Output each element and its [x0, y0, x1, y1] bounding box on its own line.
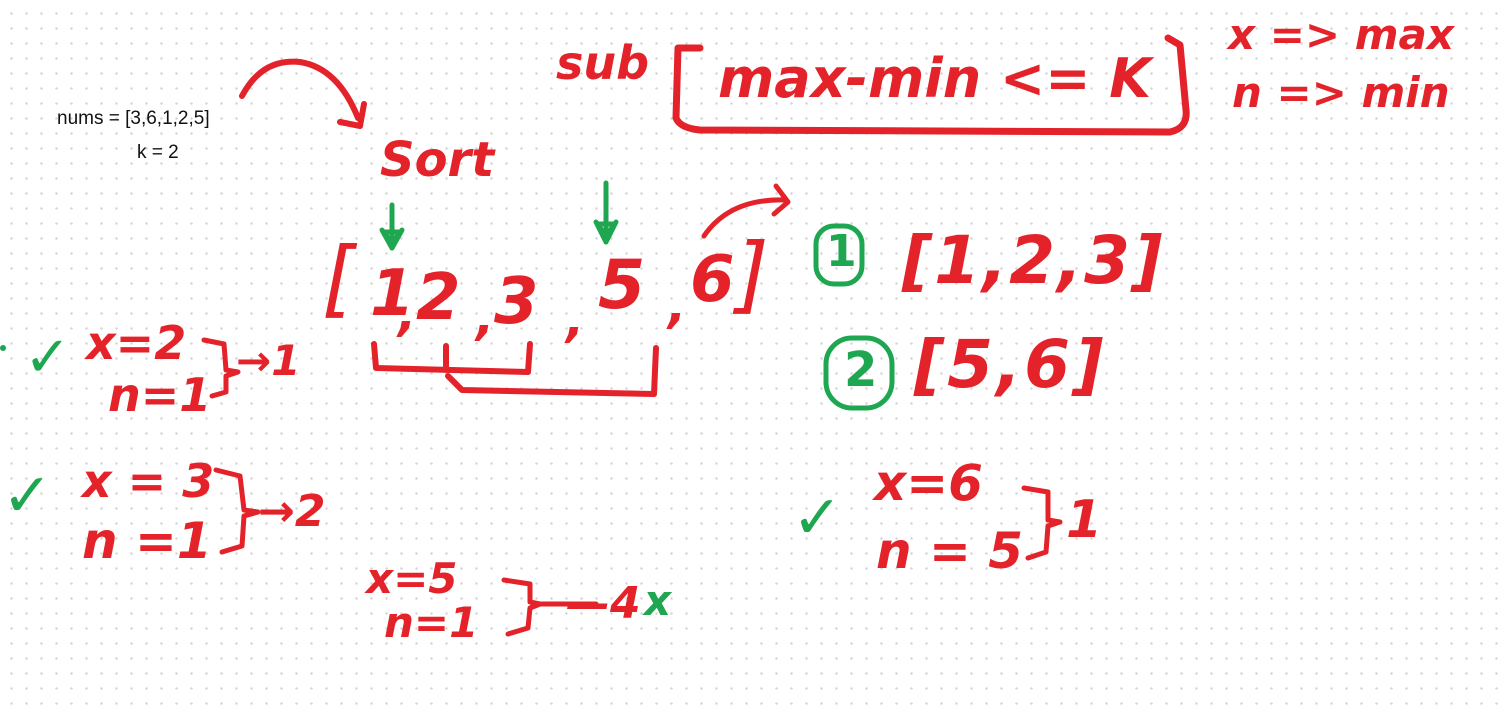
sorted-array-open-bracket: [: [322, 229, 355, 327]
window-bracket-long: [445, 345, 659, 397]
pointer-arrow-right: [593, 180, 619, 245]
group-2-number: 2: [844, 342, 878, 398]
group-1-set: [1,2,3]: [902, 222, 1165, 299]
stray-green-dot: [0, 345, 6, 351]
sort-label: Sort: [380, 132, 495, 188]
check1-n: n=1: [108, 368, 212, 422]
check1-result: →1: [236, 336, 301, 385]
window-bracket-short: [371, 341, 533, 375]
comma: ,: [398, 286, 417, 342]
comma: ,: [476, 290, 495, 346]
sub-label: sub: [556, 36, 650, 90]
brace-check2: [213, 467, 261, 555]
group-1-number: 1: [826, 226, 857, 277]
check3-x: x=5: [366, 554, 458, 603]
comma: ,: [668, 278, 687, 334]
sorted-item-2: 2: [416, 261, 461, 335]
sorted-array-close-bracket: ]: [736, 225, 769, 323]
check4-n: n = 5: [876, 522, 1024, 580]
check1-x: x=2: [86, 316, 187, 370]
sorted-item-6: 6: [690, 243, 735, 317]
brace-check4: [1021, 485, 1063, 561]
legend-x-max: x => max: [1228, 10, 1454, 59]
arrow-to-groups-head: [771, 183, 791, 217]
brace-check3: [501, 577, 543, 637]
check3-n: n=1: [384, 598, 479, 647]
sorted-item-3: 3: [494, 265, 539, 339]
check4-x: x=6: [874, 454, 983, 512]
check4-result: 1: [1066, 490, 1103, 550]
checkmark-4: ✓: [792, 483, 843, 553]
check2-result: →2: [258, 486, 326, 537]
condition-text: max-min <= K: [718, 47, 1152, 110]
curved-arrow-head: [337, 101, 367, 129]
check2-x: x = 3: [82, 454, 215, 508]
k-value-text: k = 2: [137, 142, 179, 163]
check2-n: n =1: [82, 512, 212, 570]
check3-fail-mark: x: [644, 576, 672, 625]
sorted-item-5: 5: [598, 246, 646, 325]
legend-n-min: n => min: [1232, 68, 1450, 117]
group-2-set: [5,6]: [914, 326, 1107, 403]
nums-array-text: nums = [3,6,1,2,5]: [57, 108, 210, 129]
checkmark-2: ✓: [2, 461, 53, 531]
checkmark-1: ✓: [24, 325, 71, 390]
pointer-arrow-left: [379, 202, 405, 251]
curved-arrow-to-sort: [239, 58, 361, 121]
comma: ,: [566, 292, 585, 348]
check3-result: —4: [566, 578, 641, 629]
